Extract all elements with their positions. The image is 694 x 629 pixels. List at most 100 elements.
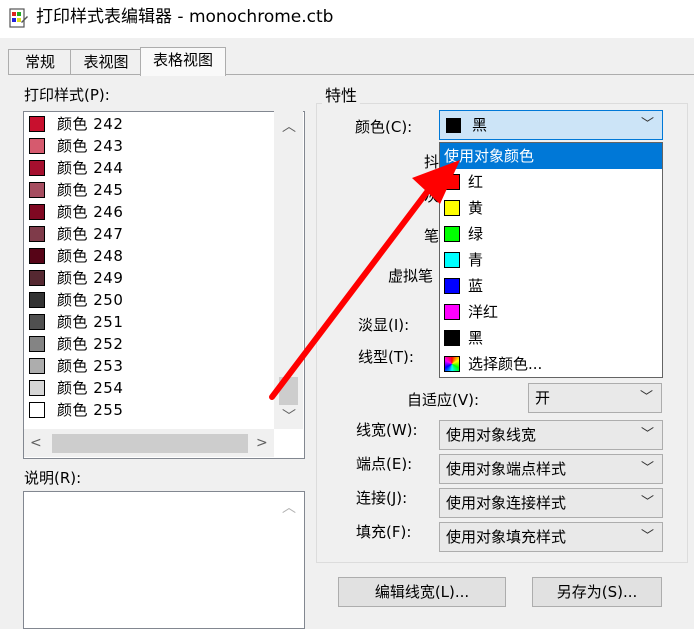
list-item-label: 颜色 254 (57, 379, 124, 397)
tab-general[interactable]: 常规 (8, 49, 72, 74)
dropdown-option-label: 红 (468, 173, 484, 191)
styles-horizontal-scrollbar[interactable]: < > (24, 429, 274, 457)
dropdown-option[interactable]: 青 (440, 247, 662, 273)
color-swatch (29, 270, 45, 286)
desc-scroll-up-icon[interactable]: ︿ (282, 500, 296, 516)
lineweight-value: 使用对象线宽 (446, 426, 537, 444)
chevron-down-icon: ﹀ (640, 461, 654, 476)
color-swatch (29, 116, 45, 132)
list-item-label: 颜色 250 (57, 291, 124, 309)
tab-form-view[interactable]: 表格视图 (140, 47, 226, 76)
color-swatch (444, 330, 460, 346)
color-swatch (446, 118, 461, 133)
dropdown-option-label: 选择颜色... (468, 355, 543, 373)
adaptive-select[interactable]: 开 ﹀ (528, 383, 662, 413)
color-swatch (29, 248, 45, 264)
window-title: 打印样式表编辑器 - monochrome.ctb (36, 7, 334, 27)
dropdown-option[interactable]: 使用对象颜色 (440, 143, 662, 169)
tab-table-view[interactable]: 表视图 (70, 49, 142, 74)
dropdown-option[interactable]: 蓝 (440, 273, 662, 299)
fillstyle-label: 填充(F): (356, 523, 412, 541)
description-field[interactable]: ︿ (23, 491, 305, 629)
color-swatch (444, 200, 460, 216)
color-swatch (444, 278, 460, 294)
color-swatch (444, 174, 460, 190)
color-swatch (29, 204, 45, 220)
endstyle-select[interactable]: 使用对象端点样式 ﹀ (439, 454, 663, 484)
dropdown-option-label: 蓝 (468, 277, 484, 295)
list-item-label: 颜色 242 (57, 115, 124, 133)
color-swatch (29, 314, 45, 330)
joinstyle-value: 使用对象连接样式 (446, 494, 567, 512)
tab-form-view-label: 表格视图 (152, 51, 213, 69)
scroll-left-icon[interactable]: < (30, 435, 42, 451)
lineweight-label: 线宽(W): (356, 421, 418, 439)
plot-styles-list[interactable]: 颜色 242 颜色 243 颜色 244 颜色 245 颜色 246 颜色 247 颜色 2… (23, 111, 305, 459)
adaptive-label: 自适应(V): (407, 391, 480, 409)
list-item-label: 颜色 249 (57, 269, 124, 287)
color-swatch (29, 182, 45, 198)
styles-vertical-scrollbar[interactable]: ︿ ﹀ (274, 111, 303, 429)
color-swatch (29, 402, 45, 418)
scroll-up-icon[interactable]: ︿ (282, 119, 296, 135)
screening-label: 淡显(I): (358, 316, 410, 334)
dropdown-option-label: 绿 (468, 225, 484, 243)
joinstyle-label: 连接(J): (356, 489, 408, 507)
endstyle-value: 使用对象端点样式 (446, 460, 567, 478)
joinstyle-select[interactable]: 使用对象连接样式 ﹀ (439, 488, 663, 518)
fillstyle-value: 使用对象填充样式 (446, 528, 567, 546)
scroll-right-icon[interactable]: > (256, 435, 268, 451)
endstyle-label: 端点(E): (356, 455, 413, 473)
color-swatch (29, 138, 45, 154)
adaptive-value: 开 (535, 389, 551, 407)
color-picker-icon (444, 356, 460, 372)
color-select[interactable]: 黑 ﹀ (439, 110, 663, 140)
color-label: 颜色(C): (355, 118, 413, 136)
save-as-button[interactable]: 另存为(S)... (532, 577, 662, 607)
chevron-down-icon: ﹀ (640, 117, 654, 132)
fillstyle-select[interactable]: 使用对象填充样式 ﹀ (439, 522, 663, 552)
pen-label: 笔 (424, 227, 440, 245)
dropdown-option-label: 使用对象颜色 (444, 147, 535, 165)
color-swatch (444, 252, 460, 268)
color-swatch (444, 226, 460, 242)
properties-title: 特性 (322, 86, 361, 106)
list-item-label: 颜色 255 (57, 401, 124, 419)
dropdown-option[interactable]: 选择颜色... (440, 351, 662, 377)
list-item-label: 颜色 252 (57, 335, 124, 353)
dropdown-option[interactable]: 绿 (440, 221, 662, 247)
list-item-label: 颜色 243 (57, 137, 124, 155)
dropdown-option[interactable]: 黑 (440, 325, 662, 351)
list-item-label: 颜色 245 (57, 181, 124, 199)
dropdown-option-label: 洋红 (468, 303, 499, 321)
edit-lineweights-label: 编辑线宽(L)... (374, 583, 470, 601)
grayscale-label: 灰 (424, 187, 440, 205)
virtual-pen-label: 虚拟笔 (388, 267, 434, 285)
scroll-down-icon[interactable]: ﹀ (282, 409, 296, 425)
scroll-thumb[interactable] (279, 377, 298, 405)
chevron-down-icon: ﹀ (639, 390, 653, 405)
title-bar: 打印样式表编辑器 - monochrome.ctb (0, 0, 694, 38)
save-as-label: 另存为(S)... (556, 583, 638, 601)
list-item-label: 颜色 251 (57, 313, 124, 331)
list-item-label: 颜色 248 (57, 247, 124, 265)
edit-lineweights-button[interactable]: 编辑线宽(L)... (338, 577, 506, 607)
tab-general-label: 常规 (24, 53, 55, 71)
dropdown-option[interactable]: 黄 (440, 195, 662, 221)
hscroll-thumb[interactable] (52, 434, 248, 453)
color-dropdown-list[interactable]: 使用对象颜色红黄绿青蓝洋红黑选择颜色... (439, 142, 663, 378)
list-item-label: 颜色 247 (57, 225, 124, 243)
color-swatch (29, 358, 45, 374)
color-value: 黑 (472, 116, 488, 134)
dropdown-option[interactable]: 洋红 (440, 299, 662, 325)
list-item-label: 颜色 244 (57, 159, 124, 177)
dropdown-option-label: 黑 (468, 329, 484, 347)
color-swatch (29, 226, 45, 242)
lineweight-select[interactable]: 使用对象线宽 ﹀ (439, 420, 663, 450)
dither-label: 抖 (424, 153, 440, 171)
dropdown-option[interactable]: 红 (440, 169, 662, 195)
printer-style-icon (9, 8, 28, 28)
chevron-down-icon: ﹀ (640, 495, 654, 510)
color-swatch (29, 292, 45, 308)
plot-styles-label: 打印样式(P): (24, 86, 110, 104)
